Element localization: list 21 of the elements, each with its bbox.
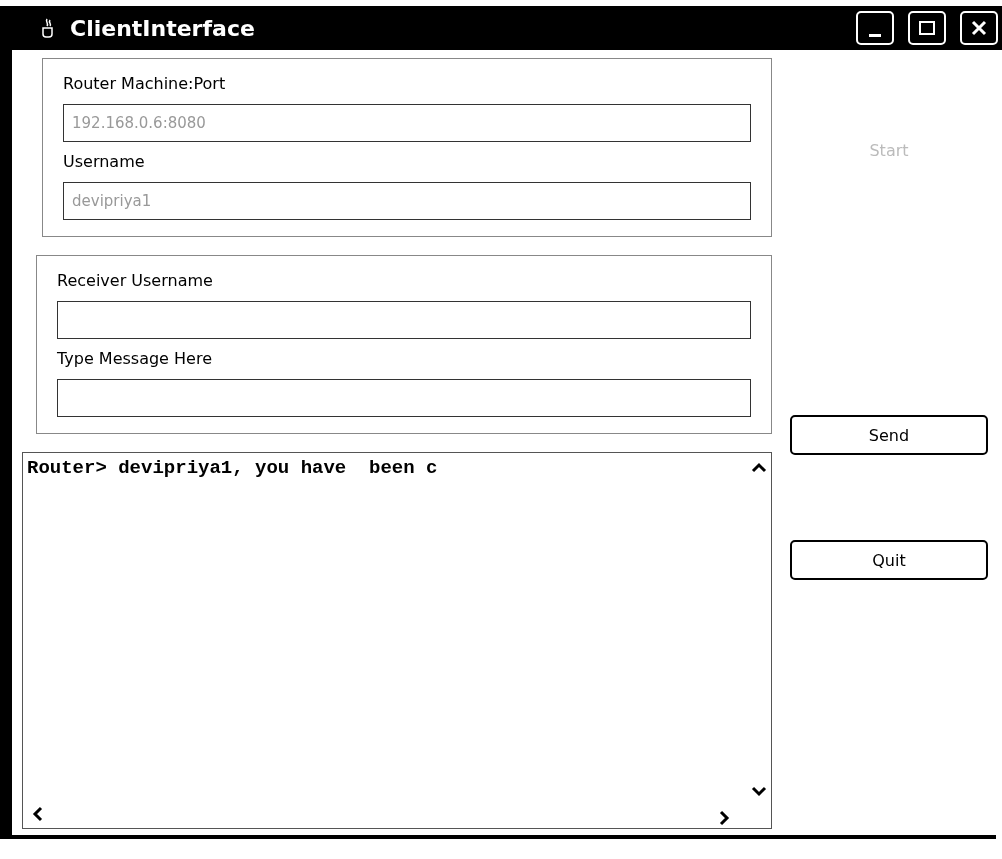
button[interactable]: Send [790, 415, 988, 455]
log-line: Router> devipriya1, you have been c [26, 456, 439, 481]
window-title: ClientInterface [70, 15, 256, 41]
close-button[interactable] [960, 11, 998, 45]
scroll-left-icon[interactable] [31, 806, 43, 822]
minimize-button[interactable] [856, 11, 894, 45]
field-label: Receiver Username [57, 270, 214, 292]
maximize-icon [918, 20, 936, 36]
button[interactable]: Quit [790, 540, 988, 580]
field-label: Router Machine:Port [63, 73, 227, 95]
minimize-icon [869, 33, 881, 37]
scroll-right-icon[interactable] [719, 810, 731, 826]
field-label: Type Message Here [57, 348, 213, 370]
text-field[interactable] [57, 379, 751, 417]
close-icon [970, 19, 988, 37]
maximize-button[interactable] [908, 11, 946, 45]
scroll-up-icon[interactable] [751, 461, 767, 473]
coffee-cup-icon [40, 18, 56, 38]
scroll-down-icon[interactable] [751, 786, 767, 798]
text-field[interactable] [57, 301, 751, 339]
field-label: Username [63, 151, 146, 173]
